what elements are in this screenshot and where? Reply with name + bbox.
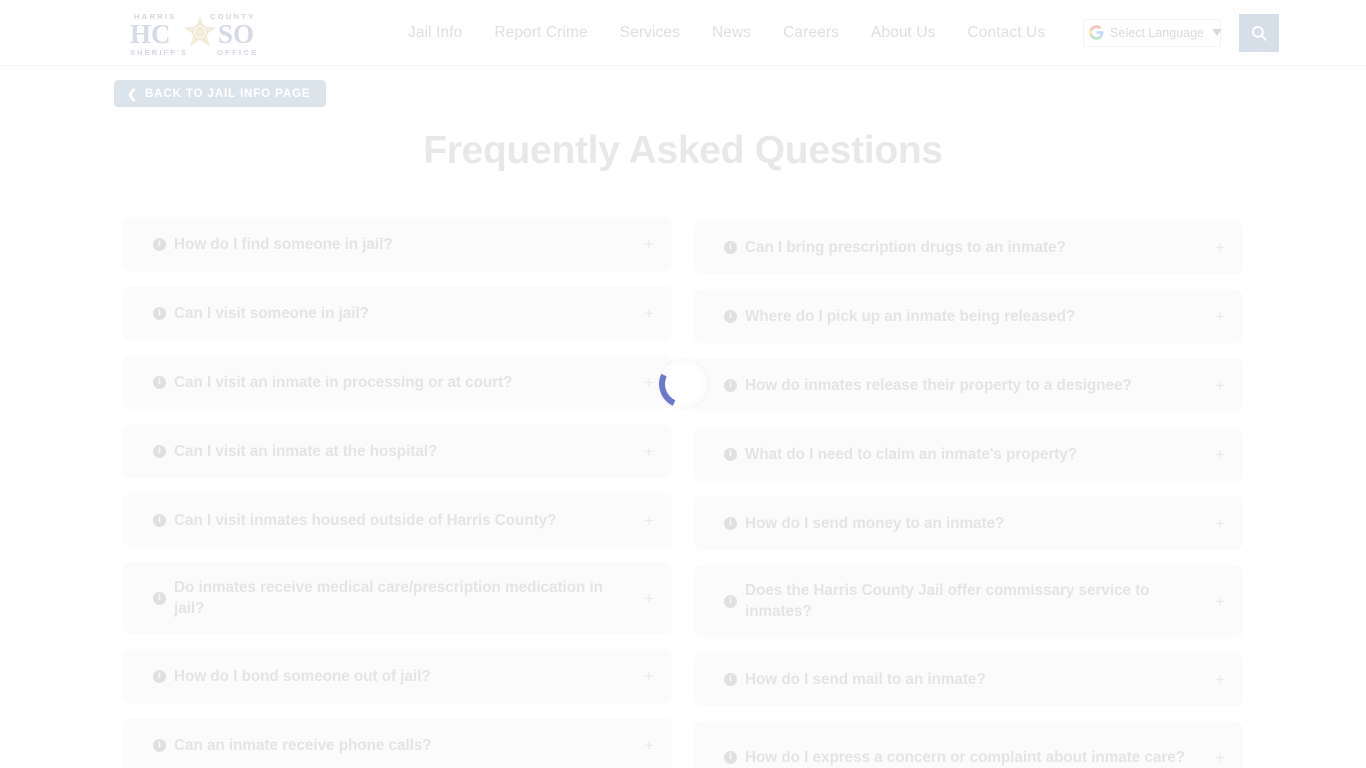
faq-item[interactable]: i Can I bring prescription drugs to an i…	[694, 220, 1243, 274]
faq-question: How do inmates release their property to…	[745, 376, 1132, 394]
info-icon: i	[153, 306, 166, 320]
info-icon: i	[153, 444, 166, 458]
faq-expand-icon[interactable]: +	[642, 737, 656, 754]
faq-question: How do I send mail to an inmate?	[745, 670, 986, 688]
faq-column-left: i How do I find someone in jail? + i Can…	[123, 217, 672, 768]
search-button[interactable]	[1239, 13, 1280, 52]
faq-expand-icon[interactable]: +	[642, 668, 656, 685]
faq-question: Can I visit an inmate at the hospital?	[174, 442, 438, 460]
faq-question: Does the Harris County Jail offer commis…	[745, 582, 1150, 620]
faq-item[interactable]: i Can I visit inmates housed outside of …	[123, 493, 672, 547]
faq-item[interactable]: i What do I need to claim an inmate's pr…	[694, 427, 1243, 481]
faq-item[interactable]: i How do I send money to an inmate? +	[694, 496, 1243, 550]
site-logo[interactable]: HARRIS COUNTY HC SO SHERIFF'S OFFICE	[124, 8, 276, 58]
faq-question: Can an inmate receive phone calls?	[174, 736, 432, 754]
faq-expand-icon[interactable]: +	[1213, 749, 1227, 766]
faq-item[interactable]: i Can I visit an inmate at the hospital?…	[123, 424, 672, 478]
faq-question: How do I send money to an inmate?	[745, 514, 1005, 532]
faq-question: How do I find someone in jail?	[174, 235, 393, 253]
faq-item[interactable]: i How do inmates release their property …	[694, 358, 1243, 412]
info-icon: i	[153, 738, 166, 752]
faq-expand-icon[interactable]: +	[642, 590, 656, 607]
google-g-icon	[1089, 25, 1104, 40]
svg-text:SO: SO	[218, 19, 254, 49]
faq-grid: i How do I find someone in jail? + i Can…	[123, 217, 1243, 768]
info-icon: i	[153, 513, 166, 527]
nav-item-about-us[interactable]: About Us	[855, 24, 952, 42]
faq-expand-icon[interactable]: +	[1213, 593, 1227, 610]
faq-expand-icon[interactable]: +	[1213, 308, 1227, 325]
faq-question: Do inmates receive medical care/prescrip…	[174, 579, 603, 617]
page-content-faded: HARRIS COUNTY HC SO SHERIFF'S OFFICE Jai…	[0, 0, 1366, 768]
faq-question: How do I express a concern or complaint …	[745, 748, 1185, 766]
info-icon: i	[153, 591, 166, 605]
svg-text:HC: HC	[130, 19, 171, 49]
nav-item-careers[interactable]: Careers	[767, 24, 855, 42]
nav-item-contact-us[interactable]: Contact Us	[952, 24, 1062, 42]
page-root: HARRIS COUNTY HC SO SHERIFF'S OFFICE Jai…	[0, 0, 1366, 768]
language-selector-label: Select Language	[1110, 25, 1205, 40]
language-selector[interactable]: Select Language	[1083, 18, 1223, 47]
info-icon: i	[724, 240, 737, 254]
back-button-label: BACK TO JAIL INFO PAGE	[144, 87, 311, 100]
nav-item-news[interactable]: News	[696, 24, 767, 42]
faq-item[interactable]: i Do inmates receive medical care/prescr…	[123, 562, 672, 634]
info-icon: i	[153, 237, 166, 251]
faq-item[interactable]: i How do I find someone in jail? +	[123, 217, 672, 271]
chevron-left-icon: ❮	[127, 86, 138, 101]
faq-question: Can I visit inmates housed outside of Ha…	[174, 511, 557, 529]
faq-question: What do I need to claim an inmate's prop…	[745, 445, 1078, 463]
faq-question: How do I bond someone out of jail?	[174, 667, 431, 685]
nav-item-report-crime[interactable]: Report Crime	[478, 24, 603, 42]
faq-expand-icon[interactable]: +	[1213, 446, 1227, 463]
faq-expand-icon[interactable]: +	[642, 512, 656, 529]
faq-item[interactable]: i Can an inmate receive phone calls? +	[123, 718, 672, 768]
svg-text:SHERIFF'S: SHERIFF'S	[130, 48, 188, 57]
faq-column-right: i Can I bring prescription drugs to an i…	[694, 217, 1243, 768]
info-icon: i	[724, 309, 737, 323]
info-icon: i	[724, 516, 737, 530]
site-header: HARRIS COUNTY HC SO SHERIFF'S OFFICE Jai…	[0, 0, 1366, 66]
back-bar: ❮ BACK TO JAIL INFO PAGE	[0, 66, 1366, 107]
search-icon	[1252, 25, 1267, 41]
info-icon: i	[724, 750, 737, 764]
faq-expand-icon[interactable]: +	[1213, 671, 1227, 688]
faq-expand-icon[interactable]: +	[1213, 377, 1227, 394]
faq-item[interactable]: i Can I visit an inmate in processing or…	[123, 355, 672, 409]
faq-expand-icon[interactable]: +	[642, 305, 656, 322]
faq-expand-icon[interactable]: +	[1213, 515, 1227, 532]
info-icon: i	[724, 672, 737, 686]
info-icon: i	[153, 669, 166, 683]
faq-item[interactable]: i Where do I pick up an inmate being rel…	[694, 289, 1243, 343]
page-title: Frequently Asked Questions	[423, 129, 943, 172]
nav-item-services[interactable]: Services	[604, 24, 696, 42]
faq-item[interactable]: i How do I bond someone out of jail? +	[123, 649, 672, 703]
faq-question: Can I bring prescription drugs to an inm…	[745, 238, 1066, 256]
faq-item[interactable]: i How do I send mail to an inmate? +	[694, 652, 1243, 706]
faq-expand-icon[interactable]: +	[642, 374, 656, 391]
faq-expand-icon[interactable]: +	[642, 443, 656, 460]
faq-question: Can I visit an inmate in processing or a…	[174, 373, 513, 391]
info-icon: i	[724, 594, 737, 608]
chevron-down-icon[interactable]	[1212, 29, 1223, 36]
faq-question: Can I visit someone in jail?	[174, 304, 369, 322]
info-icon: i	[153, 375, 166, 389]
faq-expand-icon[interactable]: +	[642, 236, 656, 253]
faq-item[interactable]: i Does the Harris County Jail offer comm…	[694, 565, 1243, 637]
faq-question: Where do I pick up an inmate being relea…	[745, 307, 1076, 325]
main-navigation: Jail Info Report Crime Services News Car…	[392, 24, 1061, 42]
back-to-jail-info-button[interactable]: ❮ BACK TO JAIL INFO PAGE	[114, 80, 327, 107]
hcso-logo-icon: HARRIS COUNTY HC SO SHERIFF'S OFFICE	[130, 12, 259, 57]
faq-expand-icon[interactable]: +	[1213, 239, 1227, 256]
faq-item[interactable]: i Can I visit someone in jail? +	[123, 286, 672, 340]
svg-text:OFFICE: OFFICE	[217, 48, 259, 57]
info-icon: i	[724, 378, 737, 392]
nav-item-jail-info[interactable]: Jail Info	[392, 24, 478, 42]
info-icon: i	[724, 447, 737, 461]
faq-item[interactable]: i How do I express a concern or complain…	[694, 721, 1243, 768]
